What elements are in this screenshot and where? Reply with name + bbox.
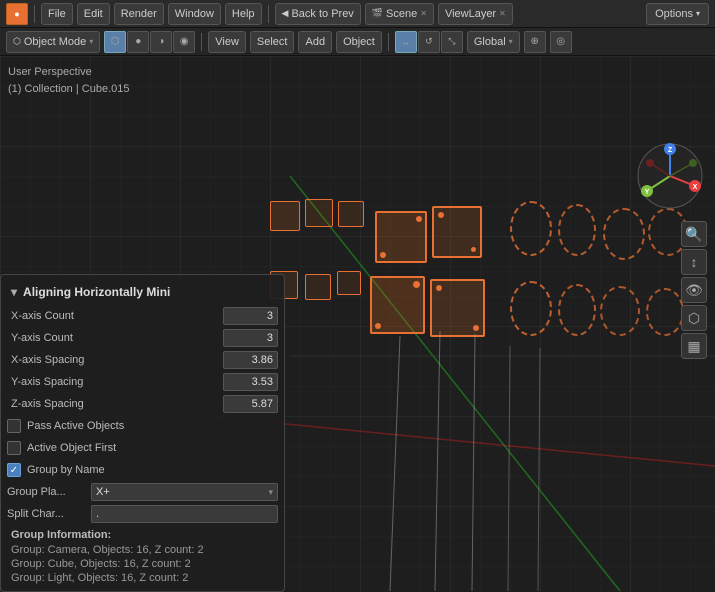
options-button[interactable]: Options ▾ [646, 3, 709, 25]
z-axis-spacing-label: Z-axis Spacing [7, 398, 219, 410]
group-info-header: Group Information: [1, 525, 284, 543]
blender-icon[interactable]: ● [6, 3, 28, 25]
x-axis-spacing-label: X-axis Spacing [7, 354, 219, 366]
y-axis-count-label: Y-axis Count [7, 332, 219, 344]
group-plane-label: Group Pla... [7, 486, 87, 498]
sphere-cluster-3 [603, 208, 645, 260]
split-char-input[interactable]: . [91, 505, 278, 523]
viewport-3d[interactable]: User Perspective (1) Collection | Cube.0… [0, 56, 715, 592]
proportional-edit-icon[interactable]: ◎ [550, 31, 572, 53]
select-menu[interactable]: Select [250, 31, 295, 53]
add-menu[interactable]: Add [298, 31, 332, 53]
edit-menu[interactable]: Edit [77, 3, 110, 25]
pass-active-objects-checkbox[interactable] [7, 419, 21, 433]
group-by-name-row[interactable]: Group by Name [1, 459, 284, 481]
info-row-3: Group: Light, Objects: 16, Z count: 2 [1, 571, 284, 585]
axis-widget[interactable]: Z X Y [635, 141, 705, 211]
y-axis-spacing-row: Y-axis Spacing 3.53 [1, 371, 284, 393]
group-plane-row: Group Pla... X+ ▾ [1, 481, 284, 503]
window-menu[interactable]: Window [168, 3, 221, 25]
svg-text:Z: Z [668, 147, 673, 154]
display-mode-group: ⬡ ● ◑ ◉ [104, 31, 195, 53]
material-icon[interactable]: ◑ [150, 31, 172, 53]
svg-text:X: X [693, 184, 698, 191]
scene-selector[interactable]: 🎬 Scene ✕ [365, 3, 434, 25]
top-toolbar: ● File Edit Render Window Help ◀ Back to… [0, 0, 715, 28]
split-char-row: Split Char... . [1, 503, 284, 525]
split-char-label: Split Char... [7, 508, 87, 520]
object-visibility-icon[interactable]: 👁 [681, 277, 707, 303]
sphere-row2-3 [600, 286, 640, 336]
cube-cluster-2 [265, 271, 505, 361]
rendered-icon[interactable]: ◉ [173, 31, 195, 53]
group-plane-dropdown[interactable]: X+ ▾ [91, 483, 278, 501]
panel-title: Aligning Horizontally Mini [1, 281, 284, 305]
transform-group: ↔ ↺ ⤡ [395, 31, 463, 53]
view-layer-selector[interactable]: ViewLayer ✕ [438, 3, 513, 25]
help-menu[interactable]: Help [225, 3, 262, 25]
file-menu[interactable]: File [41, 3, 73, 25]
info-row-1: Group: Camera, Objects: 16, Z count: 2 [1, 543, 284, 557]
zoom-in-icon[interactable]: 🔍 [681, 221, 707, 247]
info-row-2: Group: Cube, Objects: 16, Z count: 2 [1, 557, 284, 571]
viewport-shading-icon[interactable]: ⬡ [681, 305, 707, 331]
render-menu[interactable]: Render [114, 3, 164, 25]
y-axis-spacing-value[interactable]: 3.53 [223, 373, 278, 391]
svg-text:Y: Y [645, 189, 650, 196]
back-to-prev-button[interactable]: ◀ Back to Prev [275, 3, 361, 25]
active-object-first-row[interactable]: Active Object First [1, 437, 284, 459]
object-mode-selector[interactable]: ⬡ Object Mode ▾ [6, 31, 100, 53]
active-object-first-label: Active Object First [27, 442, 116, 454]
right-toolbar: 🔍 ↕ 👁 ⬡ ▦ [681, 221, 707, 359]
y-axis-spacing-label: Y-axis Spacing [7, 376, 219, 388]
scale-icon[interactable]: ⤡ [441, 31, 463, 53]
cursor-icon[interactable]: ↕ [681, 249, 707, 275]
x-axis-count-label: X-axis Count [7, 310, 219, 322]
solid-icon[interactable]: ● [127, 31, 149, 53]
sphere-cluster-2 [558, 204, 596, 256]
x-axis-count-row: X-axis Count 3 [1, 305, 284, 327]
move-icon[interactable]: ↔ [395, 31, 417, 53]
rotate-icon[interactable]: ↺ [418, 31, 440, 53]
sphere-row2-2 [558, 284, 596, 336]
cube-cluster-1 [260, 196, 460, 276]
y-axis-count-row: Y-axis Count 3 [1, 327, 284, 349]
pass-active-objects-label: Pass Active Objects [27, 420, 124, 432]
z-axis-spacing-value[interactable]: 5.87 [223, 395, 278, 413]
active-object-first-checkbox[interactable] [7, 441, 21, 455]
view-menu[interactable]: View [208, 31, 246, 53]
separator [201, 33, 202, 51]
separator [268, 5, 269, 23]
separator [34, 5, 35, 23]
y-axis-count-value[interactable]: 3 [223, 329, 278, 347]
global-selector[interactable]: Global ▾ [467, 31, 520, 53]
sphere-cluster-1 [510, 201, 552, 256]
sphere-row2-1 [510, 281, 552, 336]
wireframe-icon[interactable]: ⬡ [104, 31, 126, 53]
group-by-name-checkbox[interactable] [7, 463, 21, 477]
x-axis-count-value[interactable]: 3 [223, 307, 278, 325]
group-by-name-label: Group by Name [27, 464, 105, 476]
aligning-panel: Aligning Horizontally Mini X-axis Count … [0, 274, 285, 592]
pass-active-objects-row[interactable]: Pass Active Objects [1, 415, 284, 437]
sphere-row2-4 [646, 288, 684, 336]
x-axis-spacing-value[interactable]: 3.86 [223, 351, 278, 369]
overlay-icon[interactable]: ▦ [681, 333, 707, 359]
separator [388, 33, 389, 51]
second-toolbar: ⬡ Object Mode ▾ ⬡ ● ◑ ◉ View Select Add … [0, 28, 715, 56]
object-menu[interactable]: Object [336, 31, 382, 53]
z-axis-spacing-row: Z-axis Spacing 5.87 [1, 393, 284, 415]
x-axis-spacing-row: X-axis Spacing 3.86 [1, 349, 284, 371]
snap-icon[interactable]: ⊕ [524, 31, 546, 53]
